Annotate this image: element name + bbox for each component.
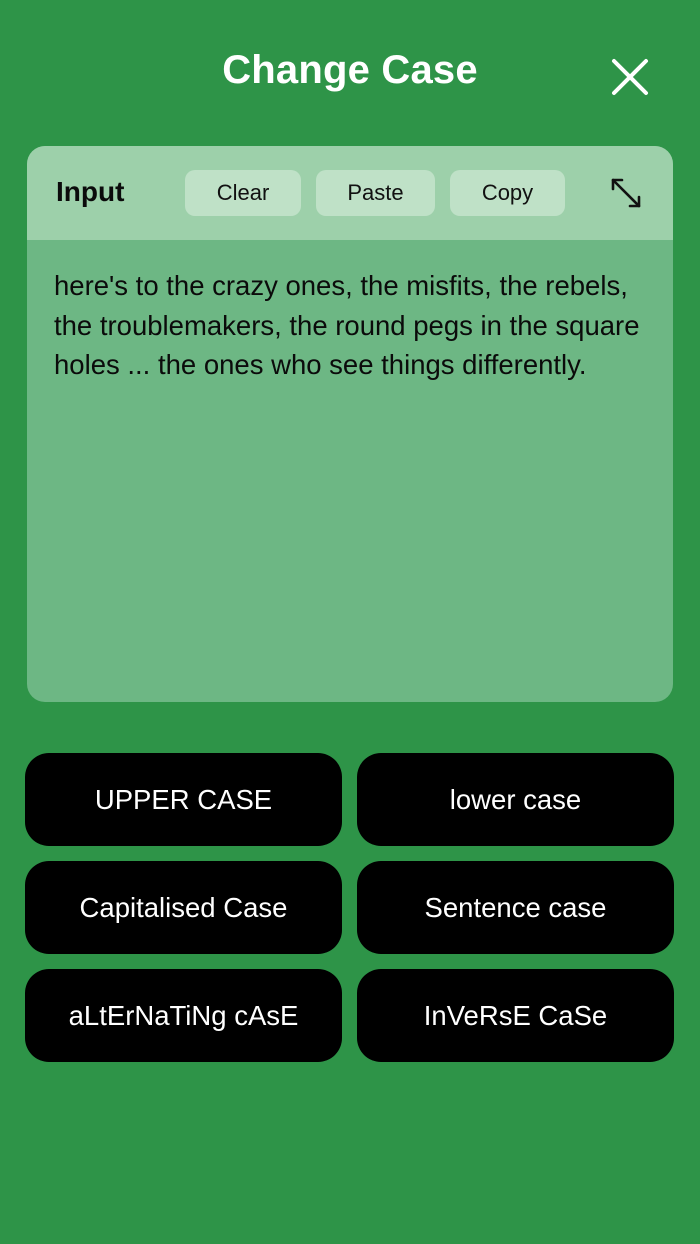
inverse-case-button[interactable]: InVeRsE CaSe (357, 969, 674, 1062)
input-panel: Input Clear Paste Copy here's to the cra… (27, 146, 673, 702)
capitalised-case-button[interactable]: Capitalised Case (25, 861, 342, 954)
top-bar: Change Case (0, 0, 700, 150)
paste-button[interactable]: Paste (316, 170, 435, 216)
sentence-case-button[interactable]: Sentence case (357, 861, 674, 954)
expand-button[interactable] (607, 174, 645, 212)
alternating-case-button[interactable]: aLtErNaTiNg cAsE (25, 969, 342, 1062)
clear-button[interactable]: Clear (185, 170, 301, 216)
page-title: Change Case (222, 48, 478, 92)
input-label: Input (56, 176, 125, 207)
lower-case-button[interactable]: lower case (357, 753, 674, 846)
upper-case-button[interactable]: UPPER CASE (25, 753, 342, 846)
copy-button[interactable]: Copy (450, 170, 565, 216)
expand-icon (611, 178, 641, 208)
close-button[interactable] (602, 52, 658, 102)
close-icon (612, 59, 648, 95)
input-text-area[interactable]: here's to the crazy ones, the misfits, t… (54, 266, 644, 385)
input-panel-header: Input Clear Paste Copy (27, 146, 673, 240)
